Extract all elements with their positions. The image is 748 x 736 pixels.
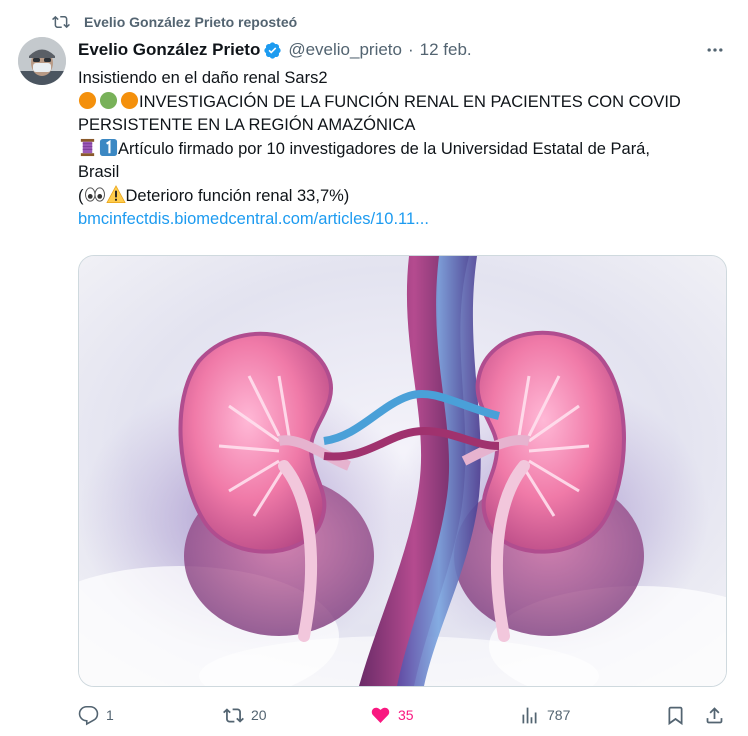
separator-dot: · <box>407 40 414 59</box>
like-button[interactable]: 35 <box>370 700 414 730</box>
orange-circle-emoji <box>78 91 97 109</box>
repost-button[interactable]: 20 <box>223 700 267 730</box>
like-count: 35 <box>398 707 414 723</box>
avatar[interactable] <box>18 37 66 85</box>
orange-circle-emoji <box>120 91 139 109</box>
eyes-emoji <box>84 186 105 202</box>
tweet-body: Insistiendo en el daño renal Sars2 INVES… <box>78 67 728 232</box>
kidneys-illustration <box>79 256 726 686</box>
reply-button[interactable]: 1 <box>78 700 114 730</box>
repost-count: 20 <box>251 707 267 723</box>
warning-emoji <box>105 184 126 203</box>
bookmark-icon <box>668 706 683 725</box>
like-icon <box>371 707 390 723</box>
tweet-line-2-text: INVESTIGACIÓN DE LA FUNCIÓN RENAL EN PAC… <box>139 92 681 111</box>
views-button[interactable]: 787 <box>519 700 570 730</box>
tweet-line-3: PERSISTENTE EN LA REGIÓN AMAZÓNICA <box>78 116 416 134</box>
tweet-date[interactable]: 12 feb. <box>420 40 472 60</box>
repost-indicator[interactable]: Evelio González Prieto reposteó <box>52 10 297 34</box>
repost-icon <box>52 15 70 29</box>
more-icon <box>707 48 723 52</box>
views-count: 787 <box>547 707 571 723</box>
more-options-button[interactable] <box>704 40 726 60</box>
tweet-line-5: Brasil <box>78 163 120 181</box>
share-button[interactable] <box>704 700 732 730</box>
tweet-line-4-text: Artículo firmado por 10 investigadores d… <box>118 139 650 158</box>
reply-icon <box>78 705 99 725</box>
repost-label: Evelio González Prieto reposteó <box>84 14 298 30</box>
bookmark-button[interactable] <box>665 700 693 730</box>
share-icon <box>706 706 723 723</box>
keycap-one-emoji <box>99 138 118 156</box>
author-handle[interactable]: @evelio_prieto <box>288 40 402 60</box>
thread-emoji <box>80 138 95 156</box>
tweet-line-6-text: Deterioro función renal 33,7%) <box>125 186 350 205</box>
tweet-line-2: INVESTIGACIÓN DE LA FUNCIÓN RENAL EN PAC… <box>78 91 728 115</box>
tweet-header: Evelio González Prieto @evelio_prieto · … <box>78 38 472 62</box>
tweet-line-6: (Deterioro función renal 33,7%) <box>78 184 728 209</box>
avatar-photo <box>18 37 66 85</box>
tweet-line-1: Insistiendo en el daño renal Sars2 <box>78 69 328 87</box>
tweet-line-4: Artículo firmado por 10 investigadores d… <box>78 138 728 162</box>
reply-count: 1 <box>106 707 114 723</box>
views-icon <box>522 707 537 723</box>
author-name[interactable]: Evelio González Prieto <box>78 40 260 60</box>
repost-icon <box>223 707 244 723</box>
tweet-actions: 1 20 35 787 <box>78 700 728 730</box>
tweet-media-image[interactable] <box>78 255 727 687</box>
green-circle-emoji <box>99 91 118 109</box>
verified-badge-icon[interactable] <box>263 41 282 60</box>
article-link[interactable]: bmcinfectdis.biomedcentral.com/articles/… <box>78 208 728 232</box>
